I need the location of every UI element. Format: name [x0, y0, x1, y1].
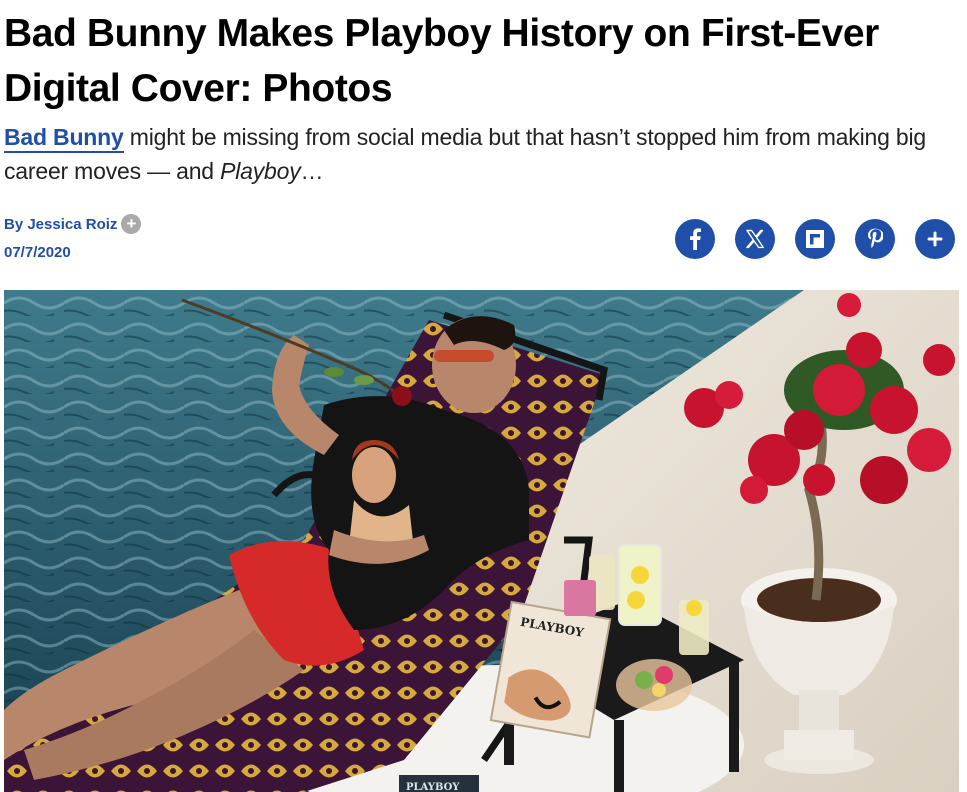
author-name[interactable]: Jessica Roiz	[27, 216, 117, 233]
byline-prefix: By	[4, 215, 28, 233]
dek-text: might be missing from social media but t…	[4, 124, 926, 184]
publish-date: 07/7/2020	[4, 244, 71, 261]
more-plus-icon	[927, 231, 943, 247]
rose-flower	[392, 386, 412, 406]
dek-ellipsis: …	[300, 158, 324, 184]
hero-photo[interactable]: PLAYBOY PLAYBOY	[4, 290, 959, 792]
share-x-button[interactable]	[735, 219, 775, 259]
article-headline: Bad Bunny Makes Playboy History on First…	[4, 12, 879, 110]
share-flipboard-button[interactable]	[795, 219, 835, 259]
share-pinterest-button[interactable]	[855, 219, 895, 259]
article-dek: Bad Bunny might be missing from social m…	[4, 120, 959, 188]
playboy-magazine: PLAYBOY	[489, 600, 612, 739]
pink-box	[564, 580, 596, 616]
facebook-icon	[690, 228, 701, 250]
x-twitter-icon	[746, 229, 764, 249]
byline-author[interactable]: By Jessica Roiz	[4, 216, 117, 233]
hero-photo-illustration: PLAYBOY PLAYBOY	[4, 290, 959, 792]
pinterest-icon	[868, 228, 883, 248]
share-facebook-button[interactable]	[675, 219, 715, 259]
dek-playboy-italic: Playboy	[220, 158, 301, 184]
share-more-button[interactable]	[915, 219, 955, 259]
flipboard-icon	[806, 230, 824, 248]
byline: By Jessica Roiz +	[4, 214, 142, 234]
bad-bunny-link[interactable]: Bad Bunny	[4, 124, 124, 153]
share-bar	[675, 219, 955, 259]
fruit-bowl	[616, 659, 692, 711]
svg-text:PLAYBOY: PLAYBOY	[406, 782, 460, 792]
author-more-button[interactable]: +	[121, 214, 142, 234]
